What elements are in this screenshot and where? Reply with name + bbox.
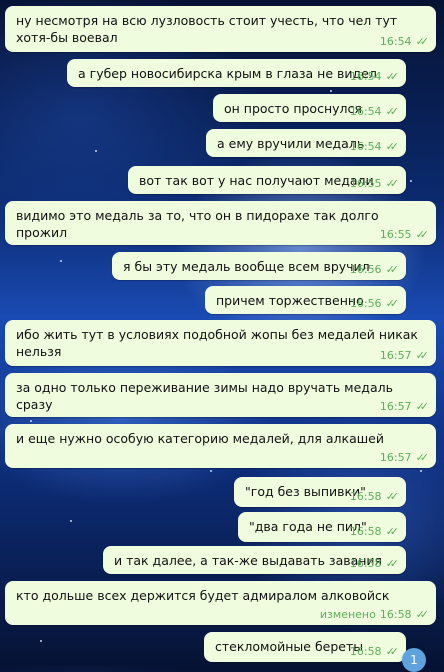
message-meta: 16:54 ✓✓: [379, 34, 430, 49]
message-time: 16:58: [379, 608, 412, 621]
double-check-icon: ✓✓: [385, 645, 400, 658]
double-check-icon: ✓✓: [385, 177, 400, 190]
message-meta: 16:57 ✓✓: [379, 348, 430, 363]
message-meta: 16:58 ✓✓: [349, 644, 400, 659]
message-text: а губер новосибирска крым в глаза не вид…: [78, 66, 377, 81]
message-meta: 16:55 ✓✓: [349, 176, 400, 191]
message-bubble[interactable]: я бы эту медаль вообще всем вручил 16:56…: [112, 252, 406, 280]
message-meta: 16:58 ✓✓: [349, 524, 400, 539]
message-text: за одно только переживание зимы надо вру…: [16, 380, 397, 412]
double-check-icon: ✓✓: [415, 349, 430, 362]
message-meta: 16:58 ✓✓: [349, 556, 400, 571]
message-meta: 16:54 ✓✓: [349, 69, 400, 84]
double-check-icon: ✓✓: [385, 70, 400, 83]
double-check-icon: ✓✓: [385, 490, 400, 503]
message-bubble[interactable]: за одно только переживание зимы надо вру…: [5, 373, 436, 417]
message-time: 16:57: [379, 349, 412, 362]
double-check-icon: ✓✓: [415, 35, 430, 48]
message-text: видимо это медаль за то, что он в пидора…: [16, 208, 383, 240]
message-meta: 16:54 ✓✓: [349, 104, 400, 119]
message-meta: 16:56 ✓✓: [349, 296, 400, 311]
message-meta: 16:57 ✓✓: [379, 399, 430, 414]
message-list[interactable]: ну несмотря на всю лузловость стоит учес…: [0, 0, 444, 666]
message-bubble[interactable]: ну несмотря на всю лузловость стоит учес…: [5, 6, 436, 52]
double-check-icon: ✓✓: [415, 608, 430, 621]
message-bubble[interactable]: а губер новосибирска крым в глаза не вид…: [67, 59, 406, 87]
message-text: кто дольше всех держится будет адмиралом…: [16, 588, 390, 603]
message-time: 16:57: [379, 451, 412, 464]
message-bubble[interactable]: стекломойные береты 16:58 ✓✓: [204, 632, 406, 662]
edited-label: изменено: [319, 608, 376, 621]
message-meta: 16:58 ✓✓: [349, 489, 400, 504]
message-bubble[interactable]: вот так вот у нас получают медали 16:55 …: [128, 166, 406, 194]
message-meta: 16:56 ✓✓: [349, 262, 400, 277]
message-bubble[interactable]: он просто проснулся 16:54 ✓✓: [213, 94, 406, 122]
message-time: 16:56: [349, 263, 382, 276]
double-check-icon: ✓✓: [415, 400, 430, 413]
message-meta: изменено 16:58 ✓✓: [319, 607, 430, 622]
message-time: 16:54: [379, 35, 412, 48]
message-text: ибо жить тут в условиях подобной жопы бе…: [16, 327, 422, 359]
message-time: 16:55: [349, 177, 382, 190]
message-time: 16:54: [349, 140, 382, 153]
message-time: 16:58: [349, 525, 382, 538]
message-meta: 16:55 ✓✓: [379, 227, 430, 242]
message-time: 16:54: [349, 70, 382, 83]
double-check-icon: ✓✓: [415, 451, 430, 464]
message-time: 16:58: [349, 490, 382, 503]
message-bubble[interactable]: и еще нужно особую категорию медалей, дл…: [5, 424, 436, 468]
double-check-icon: ✓✓: [415, 228, 430, 241]
unread-count-badge[interactable]: 1: [402, 648, 426, 672]
message-meta: 16:54 ✓✓: [349, 139, 400, 154]
message-bubble[interactable]: "два года не пил" 16:58 ✓✓: [238, 512, 406, 542]
double-check-icon: ✓✓: [385, 105, 400, 118]
message-text: и еще нужно особую категорию медалей, дл…: [16, 431, 384, 446]
message-bubble[interactable]: кто дольше всех держится будет адмиралом…: [5, 581, 436, 625]
message-bubble[interactable]: а ему вручили медаль 16:54 ✓✓: [206, 129, 406, 157]
double-check-icon: ✓✓: [385, 557, 400, 570]
message-bubble[interactable]: и так далее, а так-же выдавать завания 1…: [103, 546, 406, 574]
double-check-icon: ✓✓: [385, 140, 400, 153]
double-check-icon: ✓✓: [385, 297, 400, 310]
message-time: 16:58: [349, 645, 382, 658]
message-bubble[interactable]: причем торжественно 16:56 ✓✓: [205, 286, 406, 314]
message-time: 16:55: [379, 228, 412, 241]
message-bubble[interactable]: "год без выпивки" 16:58 ✓✓: [234, 477, 406, 507]
message-time: 16:56: [349, 297, 382, 310]
message-time: 16:54: [349, 105, 382, 118]
double-check-icon: ✓✓: [385, 263, 400, 276]
message-time: 16:58: [349, 557, 382, 570]
double-check-icon: ✓✓: [385, 525, 400, 538]
message-bubble[interactable]: видимо это медаль за то, что он в пидора…: [5, 201, 436, 245]
message-text: ну несмотря на всю лузловость стоит учес…: [16, 13, 402, 45]
message-time: 16:57: [379, 400, 412, 413]
message-bubble[interactable]: ибо жить тут в условиях подобной жопы бе…: [5, 320, 436, 366]
message-meta: 16:57 ✓✓: [379, 450, 430, 465]
